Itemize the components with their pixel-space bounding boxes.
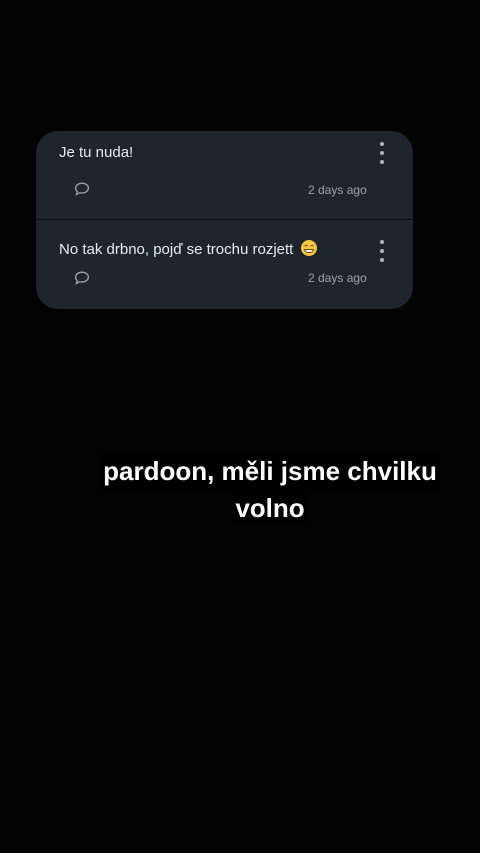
comment-timestamp: 2 days ago (308, 271, 367, 285)
comment-bubble-icon[interactable] (74, 182, 90, 196)
more-vertical-icon-dot (380, 151, 384, 155)
comment-timestamp: 2 days ago (308, 183, 367, 197)
more-vertical-icon-dot (380, 249, 384, 253)
more-vertical-icon (380, 142, 384, 146)
comment-bubble-icon[interactable] (74, 271, 90, 285)
comment-text: No tak drbno, pojď se trochu rozjett (59, 241, 294, 258)
more-vertical-icon (380, 240, 384, 244)
caption-line-1: pardoon, měli jsme chvilku (100, 453, 440, 490)
comment-item: No tak drbno, pojď se trochu rozjett 2 d… (36, 219, 413, 309)
comments-card: Je tu nuda! 2 days ago No tak drbno, poj… (36, 131, 413, 309)
comment-item: Je tu nuda! 2 days ago (36, 131, 413, 219)
screen: Je tu nuda! 2 days ago No tak drbno, poj… (0, 0, 480, 853)
caption-line-2: volno (232, 490, 308, 527)
more-vertical-icon-dot (380, 160, 384, 164)
more-options-button[interactable] (377, 142, 387, 164)
video-caption: pardoon, měli jsme chvilku volno (82, 453, 458, 527)
more-vertical-icon-dot (380, 258, 384, 262)
more-options-button[interactable] (377, 240, 387, 262)
comment-text-wrapper: No tak drbno, pojď se trochu rozjett (59, 240, 317, 258)
comment-text: Je tu nuda! (59, 144, 134, 161)
grinning-face-emoji-icon (300, 240, 317, 256)
